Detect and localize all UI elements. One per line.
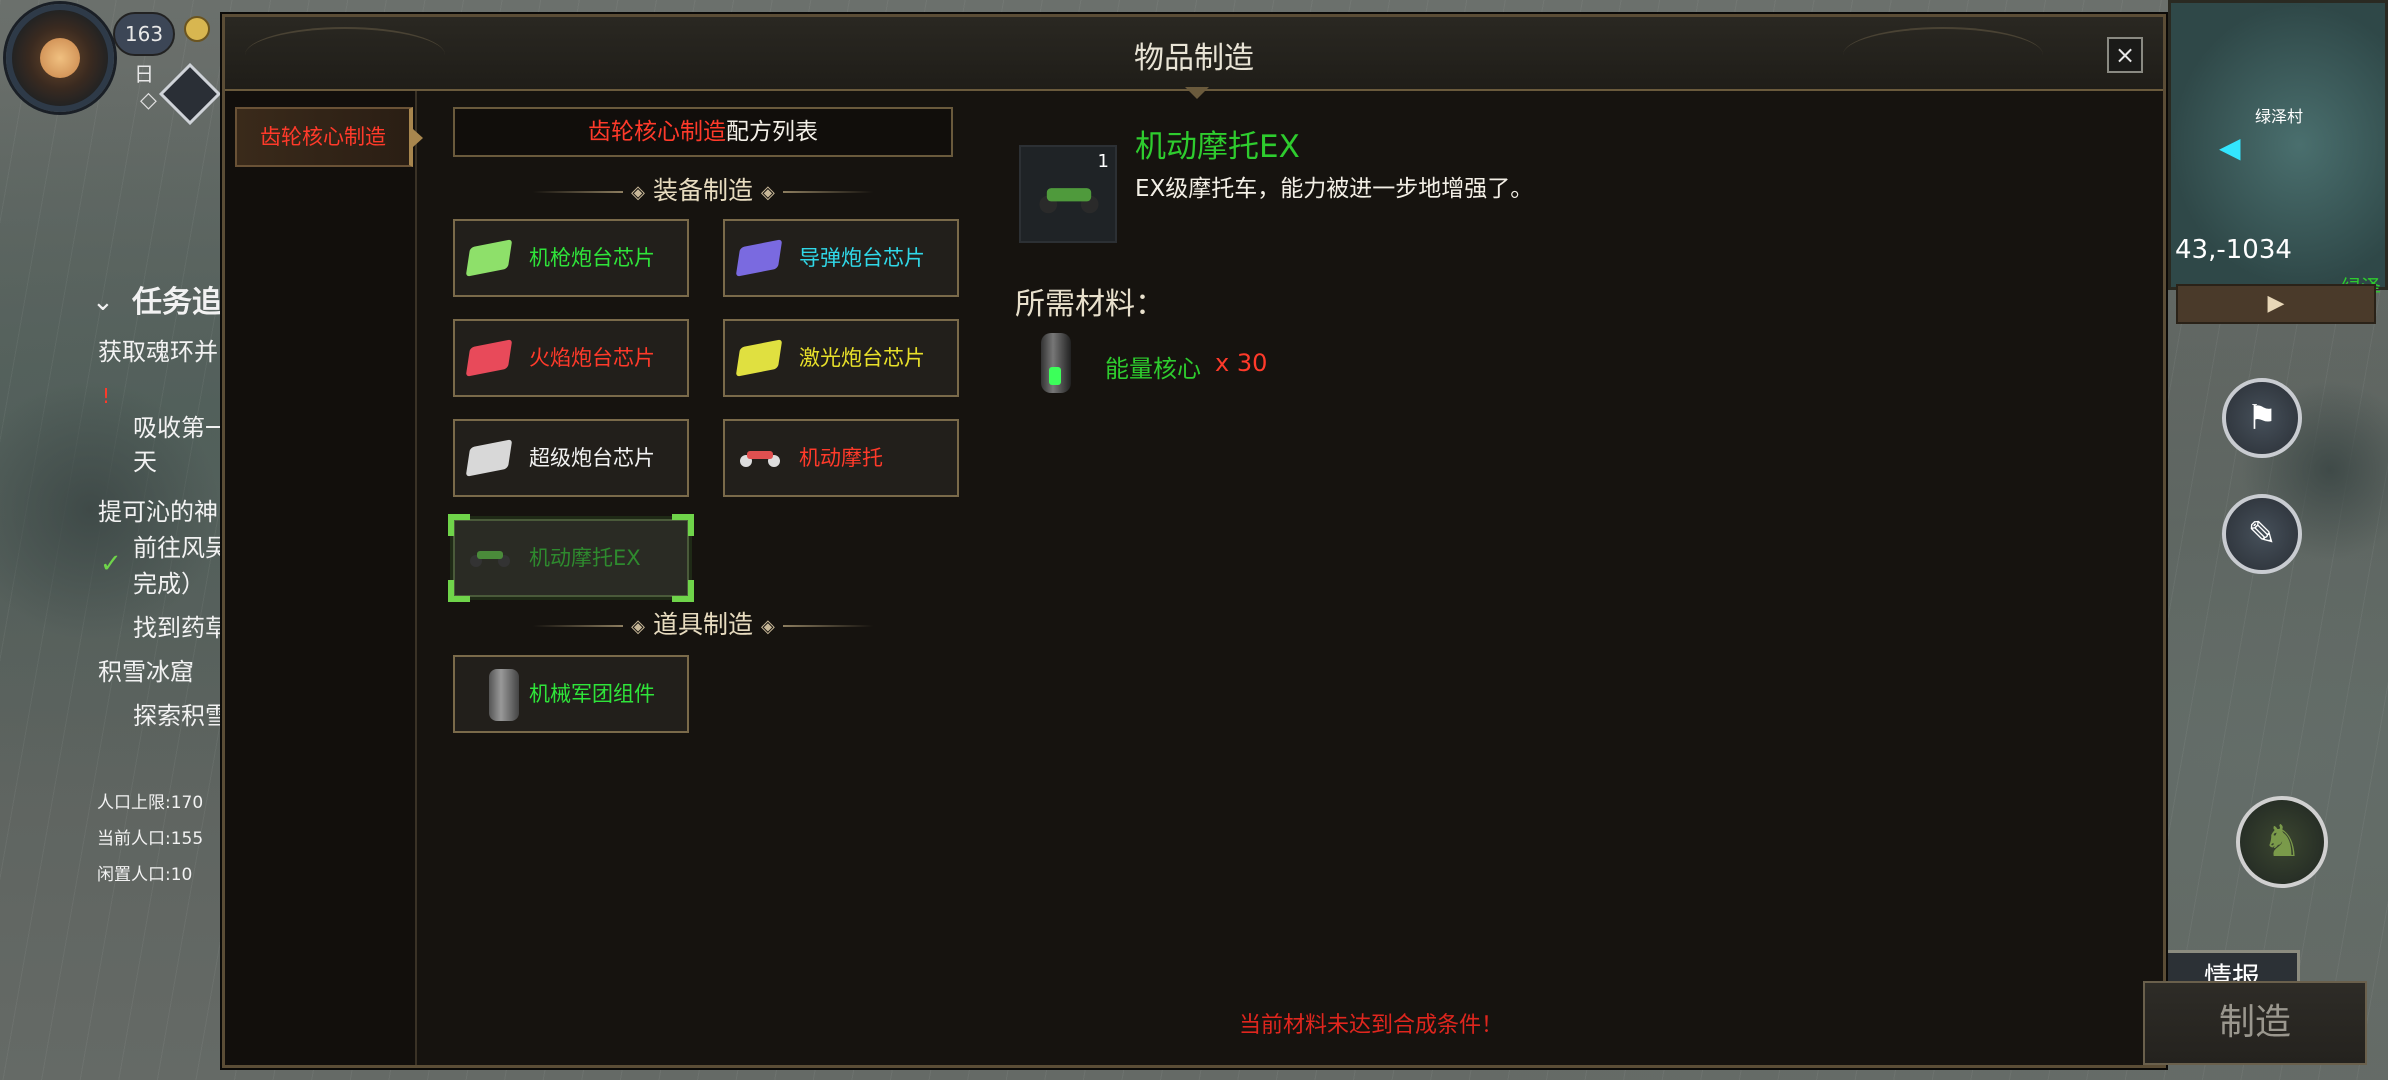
canister-icon [489,669,519,721]
chip-icon [465,439,513,477]
section-equipment-label: 装备制造 [652,176,753,205]
divider-line [533,625,624,627]
recipe-label: 火焰炮台芯片 [529,346,655,370]
quest-line[interactable]: 天 [133,440,157,485]
recipe-missile-chip[interactable]: 导弹炮台芯片 [723,219,959,297]
recipe-label: 机枪炮台芯片 [529,246,655,270]
population-current: 当前人口:155 [97,829,204,849]
recipe-label: 超级炮台芯片 [529,446,655,470]
recipe-label: 机械军团组件 [529,682,655,706]
diamond-toggle-icon[interactable]: ◇ [140,88,157,113]
player-arrow-icon: ◀ [2219,131,2241,164]
sun-icon [40,38,80,78]
recipe-list-header: 齿轮核心制造配方列表 [453,107,953,157]
selection-corner [448,580,470,602]
chip-icon [735,339,783,377]
motorbike-ex-icon [1039,188,1099,214]
motorbike-icon [740,451,780,467]
material-count: x 30 [1215,349,1268,377]
recipe-super-chip[interactable]: 超级炮台芯片 [453,419,689,497]
diamond-ornament-icon: ◈ [631,181,645,203]
craft-warning: 当前材料未达到合成条件！ [1239,1013,1504,1038]
population-idle: 闲置人口:10 [97,865,193,885]
recipe-label: 激光炮台芯片 [799,346,925,370]
materials-title: 所需材料： [1015,287,1165,322]
chip-icon [465,239,513,277]
dialog-header: 物品制造 × [225,17,2163,91]
craft-button[interactable]: 制造 [2143,981,2367,1065]
recipe-motorbike[interactable]: 机动摩托 [723,419,959,497]
material-name: 能量核心 [1105,355,1201,383]
chevron-down-icon[interactable]: ⌄ [92,280,114,325]
minimap[interactable]: ◀ 绿泽村 43,-1034 绿泽 [2168,0,2388,299]
recipe-header-suffix: 配方列表 [726,119,818,145]
tab-arrow-icon [413,129,423,147]
selection-corner [672,514,694,536]
day-cycle-dial[interactable] [6,4,114,112]
section-items: ◈ 道具制造 ◈ [453,605,953,641]
chip-icon [465,339,513,377]
quest-tracker-title: 任务追 [132,285,222,320]
scroll-icon[interactable]: ✎ [2222,494,2302,574]
recipe-label: 机动摩托EX [529,546,641,570]
chip-icon [735,239,783,277]
recipe-flame-chip[interactable]: 火焰炮台芯片 [453,319,689,397]
item-quantity: 1 [1097,151,1109,172]
population-limit: 人口上限:170 [97,793,204,813]
recipe-header-category: 齿轮核心制造 [588,119,726,145]
divider-line [782,191,873,193]
quest-marker: ! [102,384,111,408]
item-name: 机动摩托EX [1135,129,1300,165]
recipe-mech-legion-part[interactable]: 机械军团组件 [453,655,689,733]
minimap-expand-button[interactable]: ▶ [2176,284,2376,324]
quest-line[interactable]: 探索积雪 [133,694,229,739]
dialog-title: 物品制造 [1134,41,1254,76]
selection-corner [448,514,470,536]
recipe-laser-chip[interactable]: 激光炮台芯片 [723,319,959,397]
coin-icon [184,16,210,42]
banner-icon[interactable]: ⚑ [2222,378,2302,458]
motorbike-ex-icon [470,551,510,567]
horse-icon[interactable]: ♞ [2236,796,2328,888]
diamond-ornament-icon: ◈ [761,615,775,637]
diamond-ornament-icon: ◈ [631,615,645,637]
population-stats: 人口上限:170 当前人口:155 闲置人口:10 [97,785,203,893]
header-notch [1185,87,1209,99]
tab-gear-core-crafting[interactable]: 齿轮核心制造 [235,107,423,167]
selection-corner [672,580,694,602]
divider-line [533,191,624,193]
category-tab-label: 齿轮核心制造 [260,125,386,149]
crafting-dialog: 物品制造 × 齿轮核心制造 齿轮核心制造配方列表 ◈ 装备制造 ◈ 机枪炮台芯片 导… [222,14,2367,1068]
quest-line[interactable]: 积雪冰窟 [98,650,194,695]
divider-line [782,625,873,627]
recipe-label: 导弹炮台芯片 [799,246,925,270]
recipe-label: 机动摩托 [799,446,883,470]
recipe-motorbike-ex[interactable]: 机动摩托EX [448,514,694,602]
minimap-coords: 43,-1034 [2175,235,2292,265]
minimap-village-label: 绿泽村 [2255,107,2304,126]
quest-line[interactable]: 完成） [133,562,205,607]
section-equipment: ◈ 装备制造 ◈ [453,171,953,207]
selected-item-slot: 1 [1019,145,1117,243]
check-icon: ✓ [100,549,122,579]
category-column: 齿轮核心制造 [225,91,423,1065]
section-items-label: 道具制造 [652,610,753,639]
quest-line[interactable]: 找到药草 [133,606,229,651]
energy-core-icon [1041,333,1071,393]
day-counter: 163日 [113,12,175,86]
recipe-machine-gun-chip[interactable]: 机枪炮台芯片 [453,219,689,297]
item-description: EX级摩托车，能力被进一步地增强了。 [1135,176,1534,202]
quest-line[interactable]: 获取魂环并 [98,330,218,375]
diamond-ornament-icon: ◈ [761,181,775,203]
close-button[interactable]: × [2107,37,2143,73]
